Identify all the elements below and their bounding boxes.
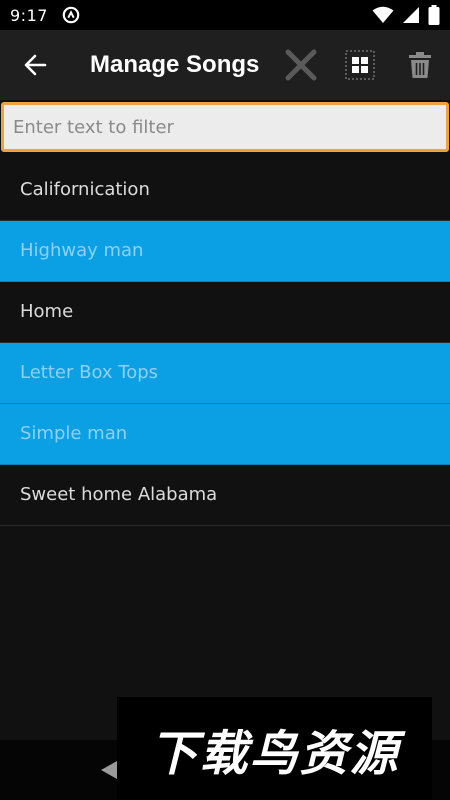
song-list-item[interactable]: Californication — [0, 160, 450, 221]
clear-selection-button[interactable] — [281, 45, 321, 85]
song-list-item[interactable]: Home — [0, 282, 450, 343]
status-indicators — [372, 5, 440, 25]
song-list-item-selected[interactable]: Simple man — [0, 404, 450, 465]
song-list-item-selected[interactable]: Highway man — [0, 221, 450, 282]
song-list-item-selected[interactable]: Letter Box Tops — [0, 343, 450, 404]
page-title: Manage Songs — [90, 51, 260, 78]
delete-button[interactable] — [400, 45, 440, 85]
watermark: 下载鸟资源 — [117, 697, 432, 800]
filter-input[interactable] — [1, 102, 449, 152]
arrow-back-icon — [24, 54, 47, 76]
trash-icon — [409, 52, 431, 78]
app-bar: Manage Songs — [0, 30, 450, 100]
back-button[interactable] — [0, 30, 70, 100]
filter-container — [0, 100, 450, 156]
nav-back-icon[interactable] — [100, 760, 118, 780]
cellular-signal-icon — [403, 7, 419, 23]
wifi-icon — [372, 6, 394, 23]
battery-icon — [428, 5, 440, 25]
song-list: Californication Highway man Home Letter … — [0, 160, 450, 526]
app-notification-icon — [62, 6, 80, 24]
grid-icon — [345, 50, 375, 80]
status-time: 9:17 — [10, 5, 48, 25]
select-all-button[interactable] — [340, 45, 380, 85]
watermark-text: 下载鸟资源 — [149, 725, 400, 782]
song-list-item[interactable]: Sweet home Alabama — [0, 465, 450, 526]
close-icon — [285, 49, 317, 81]
status-bar: 9:17 — [0, 0, 450, 30]
